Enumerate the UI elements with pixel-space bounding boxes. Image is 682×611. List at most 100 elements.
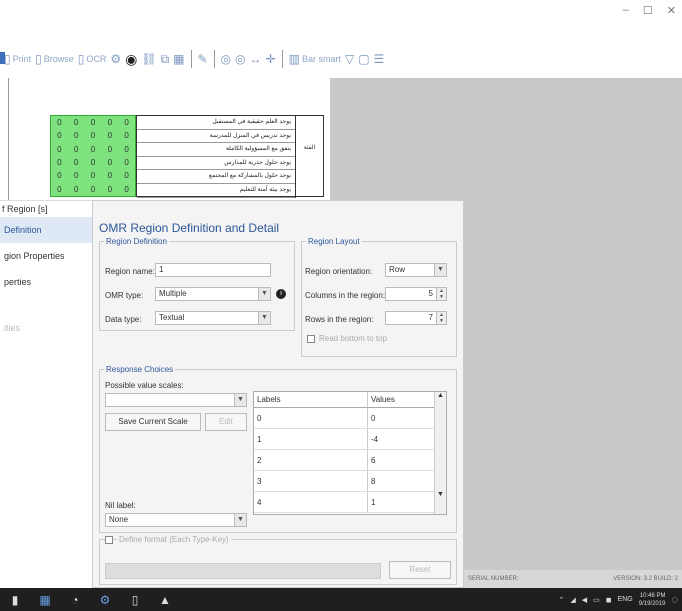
omr-bubble: 0 xyxy=(90,157,96,167)
bar-smart-tool[interactable]: ▥ Bar smart xyxy=(289,50,341,68)
table-row[interactable]: 38 xyxy=(254,471,446,492)
target2-tool[interactable]: ◎ xyxy=(235,50,245,68)
minimize-button[interactable]: – xyxy=(623,4,629,17)
omr-type-select[interactable]: Multiple ▼ xyxy=(155,287,271,301)
toolbar: ▯ Print ▯ Browse ▯ OCR ⚙ ◉ ⛓ ⧉ ▦ ✎ ◎ ◎ ↔ ✛ … xyxy=(0,46,682,72)
volume-icon[interactable]: ◀ xyxy=(582,596,587,604)
browse-tool[interactable]: ▯ Browse xyxy=(35,50,74,68)
row-label[interactable]: 0 xyxy=(254,408,368,428)
battery-icon[interactable]: ▭ xyxy=(593,596,600,604)
wrench-icon: ✎ xyxy=(197,52,208,66)
values-header: Values xyxy=(371,395,395,404)
scales-select[interactable]: ▼ xyxy=(105,393,247,407)
start-icon[interactable]: ▮ xyxy=(0,593,30,607)
chrome-icon[interactable]: ◔ xyxy=(60,593,90,607)
edit-button[interactable]: Edit xyxy=(205,413,247,431)
omr-bubble: 0 xyxy=(57,171,62,181)
data-type-label: Data type: xyxy=(105,315,142,324)
nav-item-definition[interactable]: Definition xyxy=(0,217,92,243)
arrow-tool[interactable]: ↔ xyxy=(250,50,262,68)
omr-region[interactable]: 0 0 0 0 0 0 0 0 0 0 0 0 0 0 0 0 0 0 0 0 … xyxy=(50,115,136,197)
table-scrollbar[interactable]: ▲ ▼ xyxy=(434,392,446,514)
orientation-value: Row xyxy=(389,265,406,274)
region-definition-legend: Region Definition xyxy=(106,237,167,246)
row-value[interactable]: 6 xyxy=(368,450,432,470)
grid-tool[interactable]: ▦ xyxy=(173,50,184,68)
row-label[interactable]: 4 xyxy=(254,492,368,512)
nav-item-properties[interactable]: perties xyxy=(0,269,92,295)
table-row[interactable]: 00 xyxy=(254,408,446,429)
table-row[interactable]: 41 xyxy=(254,492,446,513)
omr-tool[interactable]: ◉ xyxy=(125,50,137,68)
target-icon: ◎ xyxy=(235,52,246,66)
copy-tool[interactable]: ⧉ xyxy=(161,50,170,68)
row-label[interactable]: 2 xyxy=(254,450,368,470)
rows-stepper[interactable]: 7 ▲ ▼ xyxy=(385,311,447,325)
clock-time: 10:46 PM xyxy=(639,592,666,599)
print-tool[interactable]: ▯ Print xyxy=(4,50,31,68)
chevron-down-icon: ▼ xyxy=(434,264,446,276)
clock[interactable]: 10:46 PM 9/19/2019 xyxy=(639,592,666,608)
omr-bubble: 0 xyxy=(73,118,79,127)
table-row[interactable]: 1 -4 xyxy=(254,429,446,450)
format-input[interactable] xyxy=(105,563,381,579)
target-tool[interactable]: ◎ xyxy=(221,50,231,68)
info-icon[interactable]: i xyxy=(276,289,286,299)
maximize-button[interactable]: ☐ xyxy=(643,4,653,17)
region-name-input[interactable]: 1 xyxy=(155,263,271,277)
ocr-tool[interactable]: ▯ OCR xyxy=(78,50,107,68)
plus-tool[interactable]: ✛ xyxy=(266,50,276,68)
chat-icon[interactable]: ◼ xyxy=(606,596,612,604)
row-label[interactable]: 3 xyxy=(254,471,368,491)
row-value[interactable]: 1 xyxy=(368,492,432,512)
labels-values-table[interactable]: Labels Values 00 1 -4 26 38 41 ▲ ▼ xyxy=(253,391,447,515)
photos-icon[interactable]: ▲ xyxy=(150,593,180,607)
columns-label: Columns in the region: xyxy=(305,291,386,300)
settings-icon[interactable]: ⚙ xyxy=(90,593,120,607)
close-button[interactable]: ✕ xyxy=(667,4,676,17)
omr-circle-icon: ◉ xyxy=(125,50,138,67)
omr-bubble: 0 xyxy=(73,184,79,194)
row-value[interactable]: 0 xyxy=(368,408,432,428)
table-row[interactable]: 26 xyxy=(254,450,446,471)
list-icon: ☰ xyxy=(373,52,385,66)
scales-label: Possible value scales: xyxy=(105,381,184,390)
reset-button[interactable]: Reset xyxy=(389,561,451,579)
notification-icon[interactable]: ◌ xyxy=(671,594,678,606)
define-format-checkbox[interactable] xyxy=(105,536,113,544)
orientation-select[interactable]: Row ▼ xyxy=(385,263,447,277)
taskbar: ▮ ▦ ◔ ⚙ ▯ ▲ ⌃ ◢ ◀ ▭ ◼ ENG 10:46 PM 9/19/… xyxy=(0,588,682,611)
tools-tool[interactable]: ✎ xyxy=(198,50,208,68)
region-layout-legend: Region Layout xyxy=(308,237,360,246)
data-type-value: Textual xyxy=(159,313,185,322)
app-grid-icon[interactable]: ▦ xyxy=(30,593,60,607)
nav-item-region-properties[interactable]: gion Properties xyxy=(0,243,92,269)
bar-smart-label: Bar smart xyxy=(301,54,341,64)
read-bottom-checkbox[interactable] xyxy=(307,335,315,343)
document-icon[interactable]: ▯ xyxy=(120,593,150,607)
scroll-down-icon[interactable]: ▼ xyxy=(435,491,446,498)
omr-bubble: 0 xyxy=(90,131,96,141)
page-icon: ▢ xyxy=(358,52,370,66)
list-tool[interactable]: ☰ xyxy=(374,50,385,68)
spin-arrows-icon[interactable]: ▲ ▼ xyxy=(436,288,446,300)
columns-stepper[interactable]: 5 ▲ ▼ xyxy=(385,287,447,301)
page-icon: ▯ xyxy=(4,52,11,66)
language-indicator[interactable]: ENG xyxy=(618,596,633,603)
scroll-up-icon[interactable]: ▲ xyxy=(435,392,446,399)
nav-item-utilities[interactable]: ities xyxy=(0,315,92,341)
spin-arrows-icon[interactable]: ▲ ▼ xyxy=(436,312,446,324)
network-icon[interactable]: ◢ xyxy=(570,596,575,604)
data-type-select[interactable]: Textual ▼ xyxy=(155,311,271,325)
page-tool[interactable]: ▢ xyxy=(358,50,369,68)
link-tool[interactable]: ⛓ xyxy=(141,50,156,68)
row-label[interactable]: 1 xyxy=(254,429,368,449)
row-value[interactable]: -4 xyxy=(368,429,432,449)
settings-tool[interactable]: ⚙ xyxy=(110,50,121,68)
filter-tool[interactable]: ▽ xyxy=(345,50,354,68)
nil-label-select[interactable]: None ▼ xyxy=(105,513,247,527)
row-value[interactable]: 8 xyxy=(368,471,432,491)
save-scale-button[interactable]: Save Current Scale xyxy=(105,413,201,431)
chevron-up-icon[interactable]: ⌃ xyxy=(558,596,564,604)
omr-bubble: 0 xyxy=(124,118,129,127)
